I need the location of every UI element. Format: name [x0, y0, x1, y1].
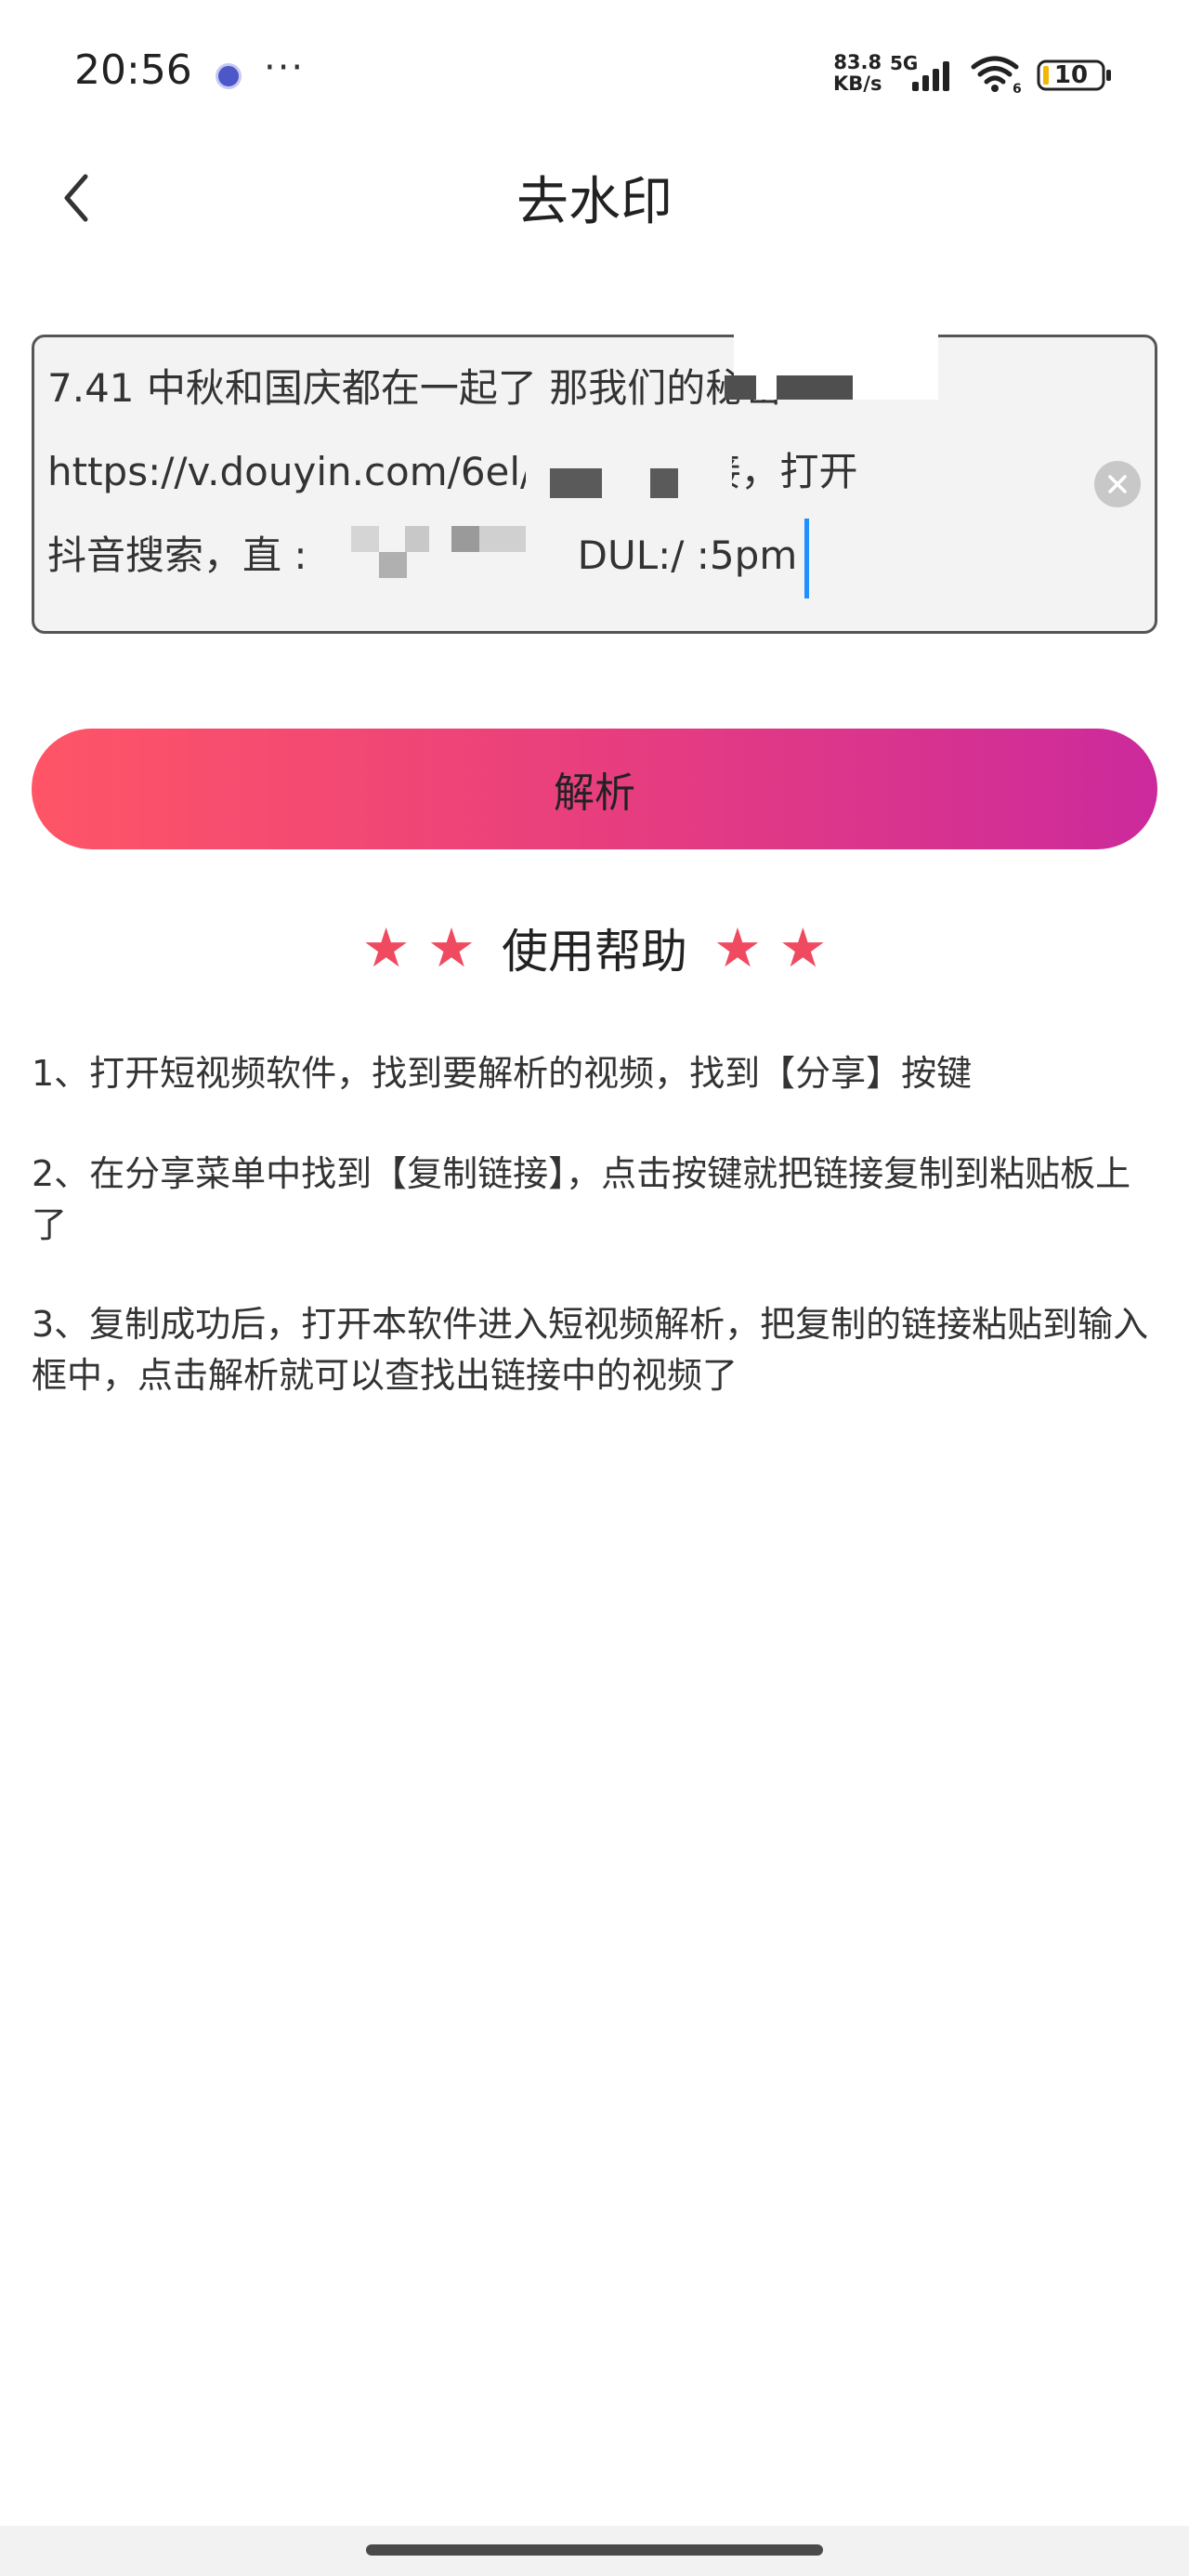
home-indicator[interactable] — [366, 2544, 823, 2556]
wifi-badge: 6 — [1013, 82, 1022, 95]
privacy-mosaic — [550, 468, 602, 498]
more-notifications-icon: ··· — [264, 46, 306, 89]
privacy-mosaic — [379, 552, 407, 578]
wifi-icon: 6 — [971, 56, 1022, 95]
help-heading: ★ ★ 使用帮助 ★ ★ — [0, 911, 1189, 985]
help-step-3: 3、复制成功后，打开本软件进入短视频解析，把复制的链接粘贴到输入框中，点击解析就… — [32, 1304, 1149, 1396]
help-title: 使用帮助 — [502, 925, 687, 979]
star-icon: ★ ★ — [713, 916, 828, 979]
network-speed: 83.8 KB/s — [833, 52, 882, 95]
privacy-mosaic — [308, 517, 568, 578]
privacy-mosaic — [405, 526, 429, 552]
page-title: 去水印 — [516, 172, 673, 232]
parse-button-label: 解析 — [554, 769, 635, 817]
privacy-mosaic — [451, 526, 479, 552]
star-icon: ★ ★ — [361, 916, 476, 979]
privacy-mosaic — [351, 526, 379, 552]
privacy-mosaic — [777, 375, 853, 400]
page: 20:56 ··· 83.8 KB/s 5G 6 10 去水印 7.41 中秋和… — [0, 0, 1189, 2576]
privacy-mosaic — [650, 468, 678, 498]
text-caret — [804, 518, 810, 598]
help-step-1: 1、打开短视频软件，找到要解析的视频，找到【分享】按键 — [32, 1053, 973, 1094]
close-icon — [1108, 475, 1127, 493]
app-notification-icon — [216, 63, 242, 89]
privacy-mosaic — [725, 375, 756, 400]
privacy-mosaic — [479, 526, 526, 552]
help-step-2: 2、在分享菜单中找到【复制链接】，点击按键就把链接复制到粘贴板上了 — [32, 1153, 1131, 1245]
status-time: 20:56 — [74, 46, 192, 94]
network-speed-value: 83.8 — [833, 51, 882, 73]
close-circle-icon[interactable] — [1094, 461, 1141, 507]
battery-level: 10 — [1053, 61, 1089, 89]
network-speed-unit: KB/s — [833, 72, 882, 95]
parse-button[interactable]: 解析 — [32, 729, 1157, 849]
cellular-signal-icon — [912, 61, 949, 91]
status-bar: 20:56 ··· 83.8 KB/s 5G 6 10 — [0, 0, 1189, 139]
